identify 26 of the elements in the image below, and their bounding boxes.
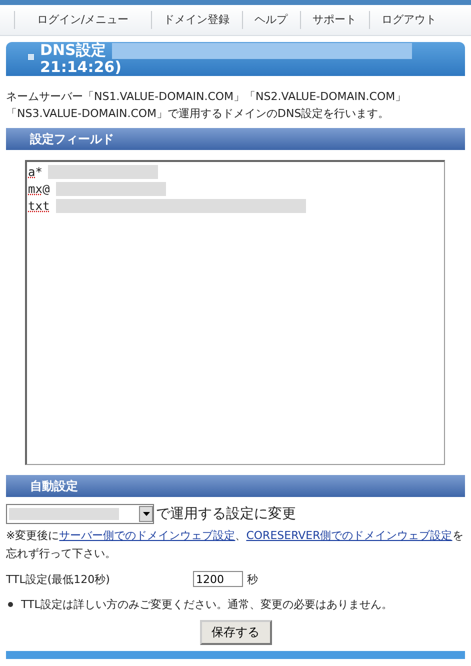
ttl-hint: TTL設定は詳しい方のみご変更ください。通常、変更の必要はありません。 [21, 597, 392, 612]
ttl-unit: 秒 [247, 572, 258, 586]
settings-textarea[interactable]: a* mx@ txt [25, 160, 445, 465]
ttl-label: TTL設定(最低120秒) [6, 572, 111, 586]
nav-link[interactable]: サポート [300, 11, 369, 29]
ttl-input[interactable]: 1200 [193, 571, 243, 587]
nav-link[interactable]: ヘルプ [242, 11, 300, 29]
page-title: DNS設定 [40, 42, 106, 59]
coreserver-settings-link[interactable]: CORESERVER側でのドメインウェブ設定 [246, 529, 452, 542]
nav-link[interactable]: ログアウト [368, 11, 449, 29]
note-text: ※変更後にサーバー側でのドメインウェブ設定、CORESERVER側でのドメインウェブ設定を忘れず行って下さい。 [6, 528, 464, 562]
section-title: 設定フィールド [30, 130, 114, 148]
save-button[interactable]: 保存する [200, 620, 272, 645]
description-text: ネームサーバー「NS1.VALUE-DOMAIN.COM」「NS2.VALUE-DOMAIN.COM」「NS3.VALUE-DOMAIN.COM」で運用するドメインのDNS設定を行います。 [6, 89, 408, 122]
bullet-icon [8, 602, 13, 607]
record-text: a* [28, 164, 42, 178]
nav-link[interactable]: ドメイン登録 [150, 11, 242, 29]
section-title: 自動設定 [30, 478, 78, 494]
nav-link[interactable]: ログイン/メニュー [14, 11, 151, 29]
dropdown-label: で運用する設定に変更 [156, 505, 296, 523]
server-dropdown[interactable] [6, 504, 154, 524]
page-title-time: 21:14:26) [40, 59, 122, 76]
record-text: mx@ [28, 182, 50, 196]
server-settings-link[interactable]: サーバー側でのドメインウェブ設定 [59, 529, 236, 542]
dots-icon [28, 54, 34, 60]
record-text: txt [28, 198, 50, 212]
